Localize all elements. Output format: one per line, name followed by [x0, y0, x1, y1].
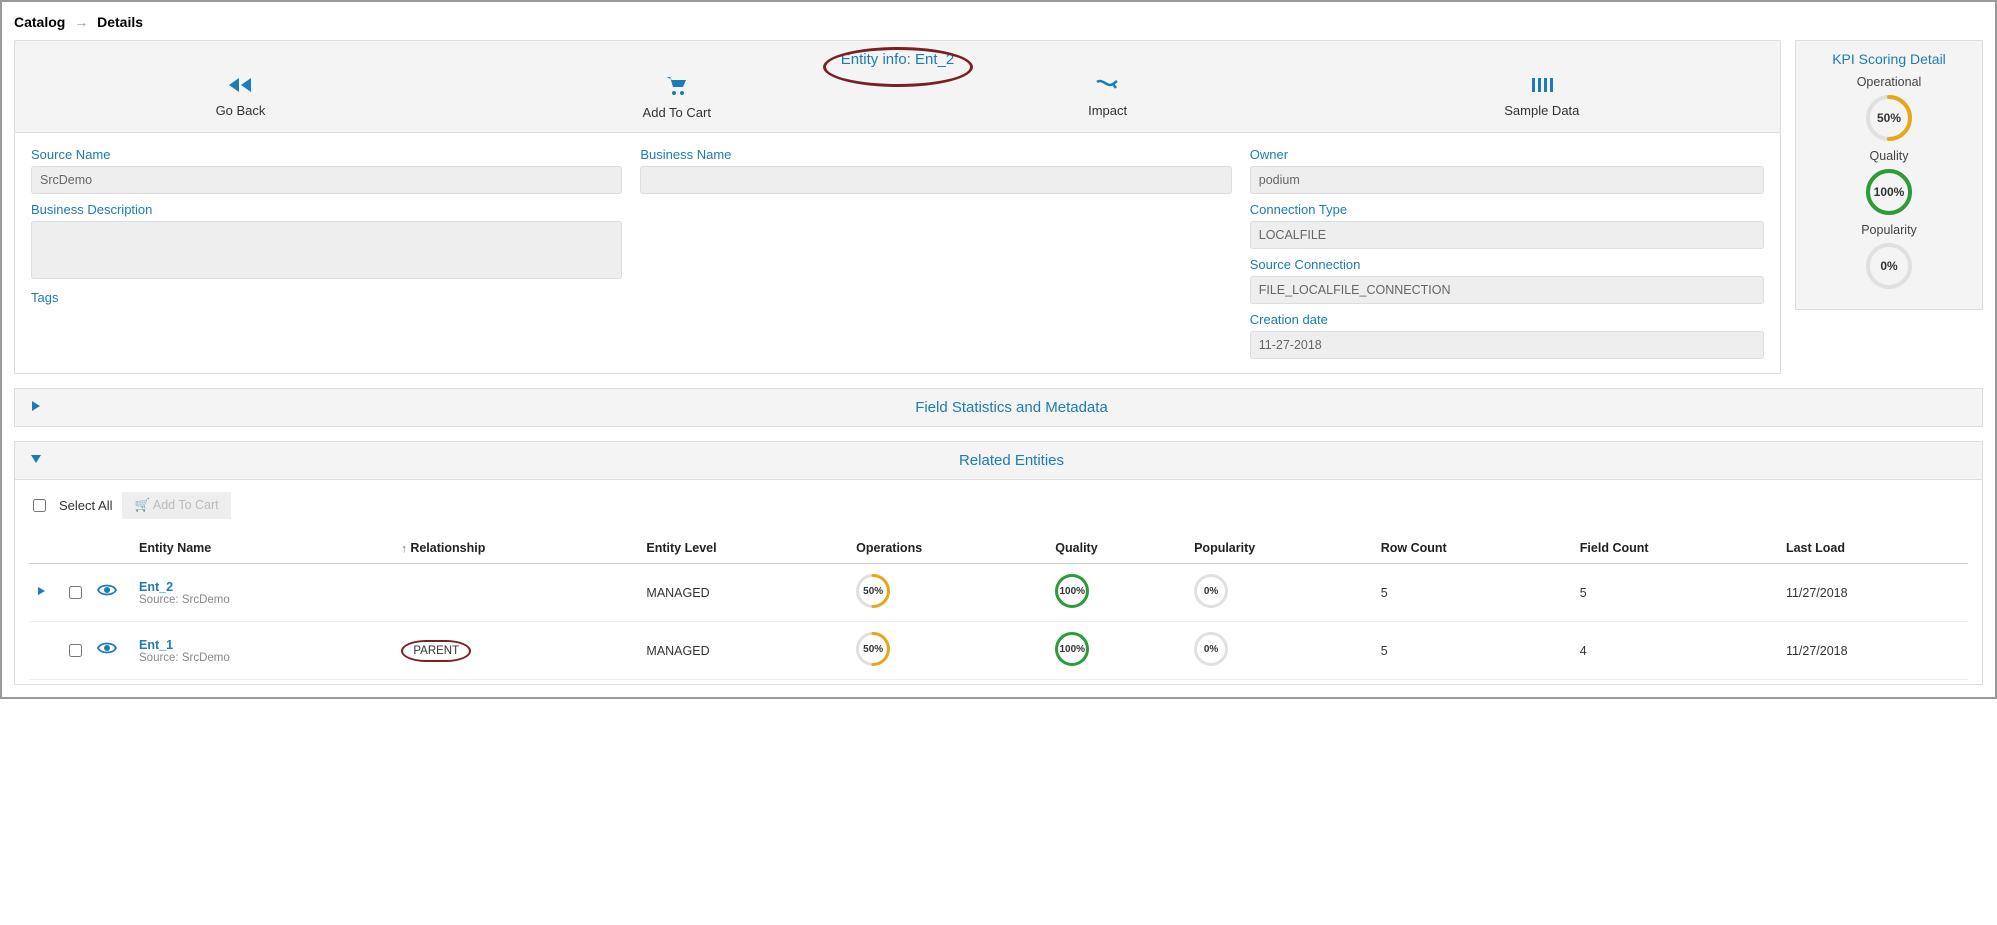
business-name-field[interactable]: [640, 166, 1231, 194]
source-name-field[interactable]: [31, 166, 622, 194]
go-back-button[interactable]: Go Back: [216, 76, 266, 120]
kpi-mini-ring: 0%: [1194, 632, 1228, 666]
eye-icon[interactable]: [97, 584, 117, 601]
row-count-cell: 5: [1375, 564, 1574, 622]
entity-source-label: Source: SrcDemo: [139, 652, 389, 664]
select-all-checkbox[interactable]: [33, 499, 46, 512]
entity-source-label: Source: SrcDemo: [139, 594, 389, 606]
breadcrumb: Catalog → Details: [14, 10, 1983, 40]
entity-level-cell: MANAGED: [640, 622, 850, 680]
th-field-count[interactable]: Field Count: [1574, 533, 1780, 564]
owner-label: Owner: [1250, 147, 1764, 162]
field-stats-title: Field Statistics and Metadata: [55, 399, 1968, 416]
business-description-label: Business Description: [31, 202, 622, 217]
related-entities-table: Entity Name ↑ Relationship Entity Level …: [29, 533, 1968, 680]
last-load-cell: 11/27/2018: [1780, 564, 1968, 622]
connection-type-label: Connection Type: [1250, 202, 1764, 217]
cart-small-icon: 🛒: [134, 498, 150, 512]
cart-icon: [666, 76, 688, 99]
th-entity-level[interactable]: Entity Level: [640, 533, 850, 564]
entity-level-cell: MANAGED: [640, 564, 850, 622]
row-checkbox[interactable]: [69, 644, 82, 657]
business-description-field[interactable]: [31, 221, 622, 279]
th-operations[interactable]: Operations: [850, 533, 1049, 564]
connection-type-field[interactable]: [1250, 221, 1764, 249]
source-connection-field[interactable]: [1250, 276, 1764, 304]
entity-name-link[interactable]: Ent_2: [139, 580, 389, 594]
breadcrumb-catalog[interactable]: Catalog: [14, 14, 65, 30]
creation-date-field[interactable]: [1250, 331, 1764, 359]
kpi-operational-ring: 50%: [1866, 95, 1912, 141]
kpi-popularity-ring: 0%: [1866, 243, 1912, 289]
kpi-quality-label: Quality: [1804, 149, 1974, 163]
th-relationship[interactable]: ↑ Relationship: [395, 533, 640, 564]
related-entities-body: Select All 🛒 Add To Cart Entity Name ↑ R…: [14, 480, 1983, 685]
add-to-cart-related-button[interactable]: 🛒 Add To Cart: [122, 492, 230, 519]
entity-info-title: Entity info: Ent_2: [841, 51, 954, 68]
collapse-icon[interactable]: [29, 452, 43, 469]
owner-field[interactable]: [1250, 166, 1764, 194]
barcode-icon: [1530, 76, 1554, 97]
kpi-mini-ring: 50%: [856, 574, 890, 608]
kpi-title: KPI Scoring Detail: [1804, 51, 1974, 67]
business-name-label: Business Name: [640, 147, 1231, 162]
expand-icon[interactable]: [29, 399, 43, 416]
entity-detail-body: Source Name Business Description Tags Bu…: [14, 133, 1781, 374]
relationship-badge: PARENT: [401, 640, 471, 662]
last-load-cell: 11/27/2018: [1780, 622, 1968, 680]
related-entities-title: Related Entities: [55, 452, 1968, 469]
row-expand-icon[interactable]: [35, 586, 47, 600]
sort-asc-icon: ↑: [401, 543, 407, 555]
kpi-mini-ring: 0%: [1194, 574, 1228, 608]
row-checkbox[interactable]: [69, 586, 82, 599]
breadcrumb-details: Details: [97, 14, 143, 30]
add-to-cart-label: Add To Cart: [643, 105, 711, 120]
impact-button[interactable]: Impact: [1088, 76, 1127, 120]
sample-data-label: Sample Data: [1504, 103, 1579, 118]
kpi-operational-label: Operational: [1804, 75, 1974, 89]
rewind-icon: [227, 76, 253, 97]
table-row: Ent_1Source: SrcDemoPARENTMANAGED50%100%…: [29, 622, 1968, 680]
breadcrumb-sep: →: [74, 14, 88, 30]
field-count-cell: 4: [1574, 622, 1780, 680]
table-row: Ent_2Source: SrcDemoMANAGED50%100%0%5511…: [29, 564, 1968, 622]
th-row-count[interactable]: Row Count: [1375, 533, 1574, 564]
source-connection-label: Source Connection: [1250, 257, 1764, 272]
row-count-cell: 5: [1375, 622, 1574, 680]
field-stats-header[interactable]: Field Statistics and Metadata: [14, 388, 1983, 427]
kpi-quality-ring: 100%: [1866, 169, 1912, 215]
th-quality[interactable]: Quality: [1049, 533, 1188, 564]
th-popularity[interactable]: Popularity: [1188, 533, 1375, 564]
th-entity-name[interactable]: Entity Name: [133, 533, 395, 564]
go-back-label: Go Back: [216, 103, 266, 118]
kpi-mini-ring: 50%: [856, 632, 890, 666]
related-entities-header[interactable]: Related Entities: [14, 441, 1983, 480]
field-count-cell: 5: [1574, 564, 1780, 622]
sample-data-button[interactable]: Sample Data: [1504, 76, 1579, 120]
kpi-mini-ring: 100%: [1055, 574, 1089, 608]
impact-icon: [1095, 76, 1121, 97]
tags-label: Tags: [31, 290, 622, 305]
entity-info-panel: Entity info: Ent_2 Go Back Add To Cart: [14, 40, 1781, 133]
eye-icon[interactable]: [97, 642, 117, 659]
select-all-label: Select All: [59, 498, 112, 513]
entity-name-link[interactable]: Ent_1: [139, 638, 389, 652]
kpi-mini-ring: 100%: [1055, 632, 1089, 666]
add-to-cart-button[interactable]: Add To Cart: [643, 76, 711, 120]
kpi-popularity-label: Popularity: [1804, 223, 1974, 237]
impact-label: Impact: [1088, 103, 1127, 118]
kpi-panel: KPI Scoring Detail Operational 50% Quali…: [1795, 40, 1983, 310]
source-name-label: Source Name: [31, 147, 622, 162]
th-last-load[interactable]: Last Load: [1780, 533, 1968, 564]
creation-date-label: Creation date: [1250, 312, 1764, 327]
